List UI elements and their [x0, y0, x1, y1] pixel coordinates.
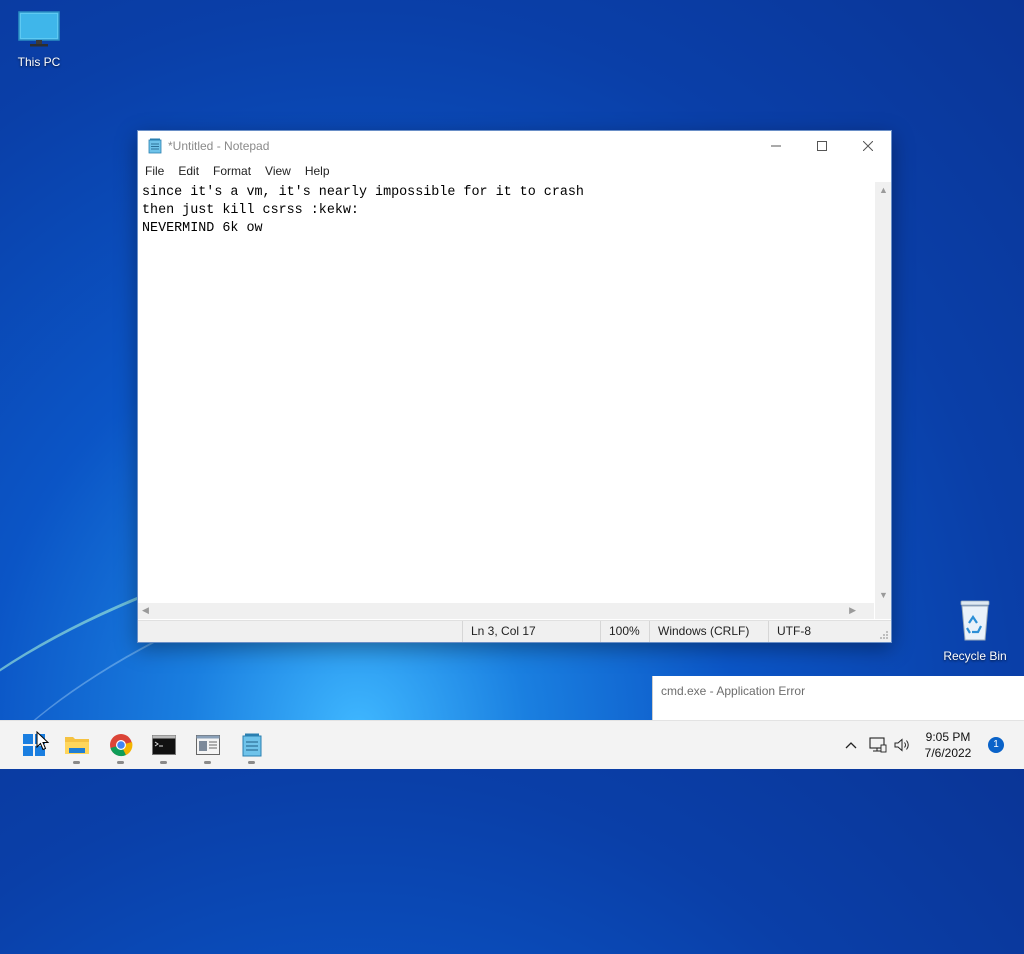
taskbar-command-prompt[interactable]: [142, 721, 186, 769]
running-indicator: [160, 761, 167, 764]
menu-edit[interactable]: Edit: [171, 164, 206, 178]
close-button[interactable]: [845, 131, 891, 161]
window-app-icon: [196, 735, 220, 755]
status-line-ending: Windows (CRLF): [649, 621, 768, 642]
resize-grip-icon[interactable]: [879, 630, 889, 640]
computer-monitor-icon: [18, 11, 60, 47]
volume-control[interactable]: [892, 721, 914, 769]
status-bar: Ln 3, Col 17 100% Windows (CRLF) UTF-8: [138, 620, 891, 642]
menu-bar: File Edit Format View Help: [138, 161, 891, 181]
scroll-up-arrow-icon[interactable]: ▲: [879, 185, 888, 195]
text-line: NEVERMIND 6k ow: [142, 221, 263, 236]
close-icon: [863, 141, 873, 151]
text-line: then just kill csrss :kekw:: [142, 203, 359, 218]
running-indicator: [204, 761, 211, 764]
notification-title: cmd.exe - Application Error: [661, 684, 806, 698]
notepad-icon: [148, 138, 162, 154]
terminal-icon: [152, 735, 176, 755]
status-encoding: UTF-8: [768, 621, 877, 642]
desktop-icon-this-pc[interactable]: This PC: [4, 10, 74, 69]
mouse-cursor-icon: [36, 731, 50, 751]
taskbar: 9:05 PM 7/6/2022 1: [0, 720, 1024, 769]
text-editor[interactable]: since it's a vm, it's nearly impossible …: [138, 182, 874, 603]
desktop-icon-recycle-bin[interactable]: Recycle Bin: [940, 598, 1010, 663]
notepad-icon: [242, 733, 262, 757]
notepad-window[interactable]: *Untitled - Notepad File Edit Format Vie…: [137, 130, 892, 643]
show-hidden-icons-button[interactable]: [840, 721, 862, 769]
network-icon: [869, 737, 887, 753]
minimize-button[interactable]: [753, 131, 799, 161]
taskbar-window-app[interactable]: [186, 721, 230, 769]
scroll-left-arrow-icon[interactable]: ◀: [142, 605, 149, 616]
status-zoom: 100%: [600, 621, 651, 642]
scroll-down-arrow-icon[interactable]: ▼: [879, 590, 888, 600]
recycle-bin-icon: [960, 600, 990, 641]
chevron-up-icon: [845, 742, 857, 749]
desktop-icon-label: Recycle Bin: [943, 649, 1007, 663]
speaker-icon: [894, 738, 909, 752]
status-cursor-position: Ln 3, Col 17: [462, 621, 601, 642]
maximize-icon: [817, 141, 827, 151]
running-indicator: [248, 761, 255, 764]
title-bar[interactable]: *Untitled - Notepad: [138, 131, 891, 161]
vertical-scrollbar[interactable]: ▲ ▼: [875, 182, 891, 603]
desktop-icon-label: This PC: [17, 55, 61, 69]
maximize-button[interactable]: [799, 131, 845, 161]
taskbar-notepad[interactable]: [230, 721, 274, 769]
notification-badge[interactable]: 1: [988, 737, 1004, 753]
network-status[interactable]: [866, 721, 890, 769]
clock-time: 9:05 PM: [925, 730, 971, 744]
running-indicator: [117, 761, 124, 764]
horizontal-scrollbar[interactable]: ◀ ▶: [138, 603, 874, 619]
menu-file[interactable]: File: [138, 164, 171, 178]
application-error-notification[interactable]: cmd.exe - Application Error: [652, 676, 1024, 720]
window-title: *Untitled - Notepad: [168, 139, 270, 153]
taskbar-chrome[interactable]: [99, 721, 143, 769]
clock[interactable]: 9:05 PM 7/6/2022: [918, 729, 978, 761]
menu-format[interactable]: Format: [206, 164, 258, 178]
menu-view[interactable]: View: [258, 164, 298, 178]
text-line: since it's a vm, it's nearly impossible …: [142, 185, 584, 200]
minimize-icon: [771, 145, 781, 147]
scrollbar-corner: [875, 603, 891, 619]
folder-icon: [65, 737, 89, 754]
menu-help[interactable]: Help: [298, 164, 337, 178]
chrome-icon: [110, 734, 133, 757]
scroll-right-arrow-icon[interactable]: ▶: [849, 605, 856, 616]
clock-date: 7/6/2022: [924, 746, 972, 760]
taskbar-file-explorer[interactable]: [55, 721, 99, 769]
running-indicator: [73, 761, 80, 764]
